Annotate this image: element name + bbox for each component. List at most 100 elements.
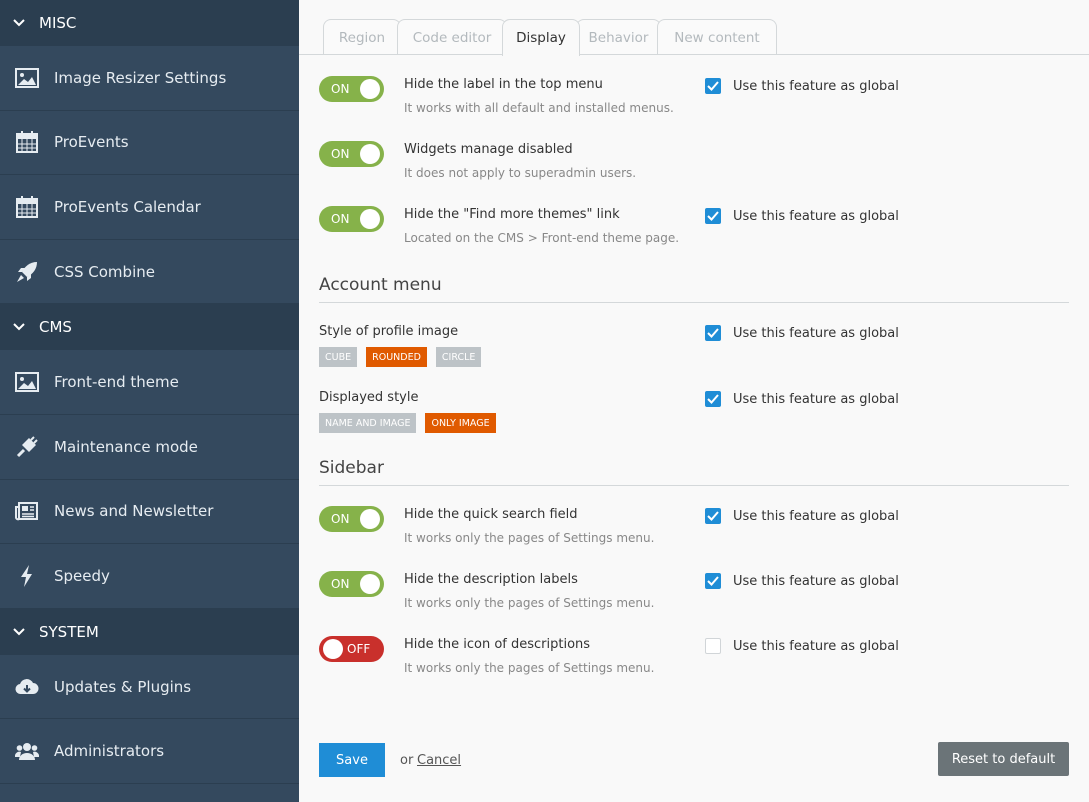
plug-icon — [14, 434, 40, 460]
chevron-down-icon — [12, 625, 26, 639]
sidebar-item-proevents-calendar[interactable]: ProEvents Calendar — [0, 175, 299, 240]
field-displayed-style: Displayed style NAME AND IMAGE ONLY IMAG… — [319, 390, 1069, 436]
sidebar-item-updates-and-plugins[interactable]: Updates & Plugins — [0, 655, 299, 720]
toggle-knob — [360, 144, 380, 164]
sidebar-item-maintenance-mode[interactable]: Maintenance mode — [0, 415, 299, 480]
tab-behavior[interactable]: Behavior — [576, 19, 661, 55]
toggle-state-label: ON — [331, 147, 350, 161]
main-content: Region Code editor Display Behavior New … — [299, 0, 1089, 802]
sidebar: MISC Image Resizer Settings ProEvents Pr… — [0, 0, 299, 802]
setting-description: It works only the pages of Settings menu… — [404, 531, 655, 545]
setting-label: Hide the "Find more themes" link — [404, 207, 620, 222]
sidebar-item-label: ProEvents — [54, 133, 129, 152]
setting-description: It works only the pages of Settings menu… — [404, 661, 655, 675]
tab-code-editor[interactable]: Code editor — [397, 19, 507, 55]
setting-label: Hide the icon of descriptions — [404, 637, 591, 652]
global-checkbox[interactable]: Use this feature as global — [705, 207, 899, 225]
setting-label: Hide the quick search field — [404, 507, 578, 522]
toggle-state-label: ON — [331, 577, 350, 591]
global-checkbox[interactable]: Use this feature as global — [705, 324, 899, 342]
checkmark-icon — [705, 508, 721, 524]
global-checkbox[interactable]: Use this feature as global — [705, 637, 899, 655]
setting-label: Widgets manage disabled — [404, 142, 573, 157]
option-circle[interactable]: CIRCLE — [435, 347, 482, 367]
option-cube[interactable]: CUBE — [319, 347, 358, 367]
toggle-knob — [360, 209, 380, 229]
global-checkbox-label: Use this feature as global — [733, 391, 899, 407]
tab-label: Display — [516, 30, 566, 46]
tab-new-content[interactable]: New content — [657, 19, 777, 55]
sidebar-item-label: Maintenance mode — [54, 437, 198, 456]
setting-label: Hide the description labels — [404, 572, 578, 587]
sidebar-section-misc[interactable]: MISC — [0, 0, 299, 46]
sidebar-item-label: News and Newsletter — [54, 502, 214, 521]
rocket-icon — [14, 259, 40, 285]
toggle-knob — [323, 639, 343, 659]
save-button[interactable]: Save — [319, 743, 385, 777]
sidebar-item-label: Updates & Plugins — [54, 677, 192, 696]
option-rounded[interactable]: ROUNDED — [366, 347, 427, 367]
image-icon — [14, 369, 40, 395]
sidebar-item-proevents[interactable]: ProEvents — [0, 111, 299, 176]
tab-display[interactable]: Display — [502, 19, 580, 56]
toggle-switch[interactable]: ON — [319, 206, 384, 232]
global-checkbox-label: Use this feature as global — [733, 508, 899, 524]
setting-row-hide-description-labels: ON Hide the description labels It works … — [319, 571, 1069, 621]
sidebar-item-image-resizer-settings[interactable]: Image Resizer Settings — [0, 46, 299, 111]
checkmark-icon — [705, 391, 721, 407]
global-checkbox[interactable]: Use this feature as global — [705, 77, 899, 95]
sidebar-item-administrators[interactable]: Administrators — [0, 719, 299, 784]
sidebar-section-cms[interactable]: CMS — [0, 304, 299, 351]
global-checkbox[interactable]: Use this feature as global — [705, 390, 899, 408]
section-heading-account-menu: Account menu — [319, 275, 1069, 303]
setting-row-widgets-manage-disabled: ON Widgets manage disabled It does not a… — [319, 141, 1069, 191]
global-checkbox-label: Use this feature as global — [733, 208, 899, 224]
tab-label: Behavior — [588, 29, 649, 46]
toggle-switch[interactable]: ON — [319, 141, 384, 167]
toggle-switch[interactable]: ON — [319, 76, 384, 102]
global-checkbox-label: Use this feature as global — [733, 638, 899, 654]
global-checkbox[interactable]: Use this feature as global — [705, 507, 899, 525]
sidebar-item-css-combine[interactable]: CSS Combine — [0, 240, 299, 305]
setting-description: It does not apply to superadmin users. — [404, 166, 637, 180]
setting-description: It works only the pages of Settings menu… — [404, 596, 655, 610]
reset-to-default-button[interactable]: Reset to default — [938, 742, 1069, 776]
global-checkbox-label: Use this feature as global — [733, 325, 899, 341]
checkbox-box — [705, 638, 721, 654]
toggle-state-label: ON — [331, 82, 350, 96]
tab-label: Code editor — [412, 29, 492, 46]
toggle-switch[interactable]: ON — [319, 506, 384, 532]
setting-row-hide-icon-of-descriptions: OFF Hide the icon of descriptions It wor… — [319, 636, 1069, 686]
sidebar-section-system[interactable]: SYSTEM — [0, 608, 299, 655]
sidebar-item-front-end-theme[interactable]: Front-end theme — [0, 350, 299, 415]
sidebar-item-label: CSS Combine — [54, 262, 155, 281]
sidebar-item-news-and-newsletter[interactable]: News and Newsletter — [0, 480, 299, 545]
global-checkbox[interactable]: Use this feature as global — [705, 572, 899, 590]
option-name-and-image[interactable]: NAME AND IMAGE — [319, 413, 417, 433]
sidebar-item-label: Image Resizer Settings — [54, 68, 227, 87]
option-only-image[interactable]: ONLY IMAGE — [425, 413, 496, 433]
sidebar-item-label: ProEvents Calendar — [54, 197, 201, 216]
global-checkbox-label: Use this feature as global — [733, 573, 899, 589]
newspaper-icon — [14, 498, 40, 524]
sidebar-item-speedy[interactable]: Speedy — [0, 544, 299, 609]
checkmark-icon — [705, 325, 721, 341]
setting-row-hide-top-menu-label: ON Hide the label in the top menu It wor… — [319, 76, 1069, 126]
toggle-switch[interactable]: OFF — [319, 636, 384, 662]
global-checkbox-label: Use this feature as global — [733, 78, 899, 94]
calendar-icon — [14, 194, 40, 220]
tab-label: New content — [674, 29, 760, 46]
tab-region[interactable]: Region — [323, 19, 401, 55]
toggle-switch[interactable]: ON — [319, 571, 384, 597]
cancel-link[interactable]: Cancel — [417, 753, 461, 768]
field-label: Displayed style — [319, 390, 419, 405]
field-label: Style of profile image — [319, 324, 459, 339]
sidebar-item-label: Speedy — [54, 566, 110, 585]
image-icon — [14, 65, 40, 91]
toggle-knob — [360, 574, 380, 594]
setting-description: It works with all default and installed … — [404, 101, 674, 115]
sidebar-item-label: Front-end theme — [54, 373, 179, 392]
section-heading-sidebar: Sidebar — [319, 458, 1069, 486]
calendar-icon — [14, 129, 40, 155]
checkmark-icon — [705, 208, 721, 224]
